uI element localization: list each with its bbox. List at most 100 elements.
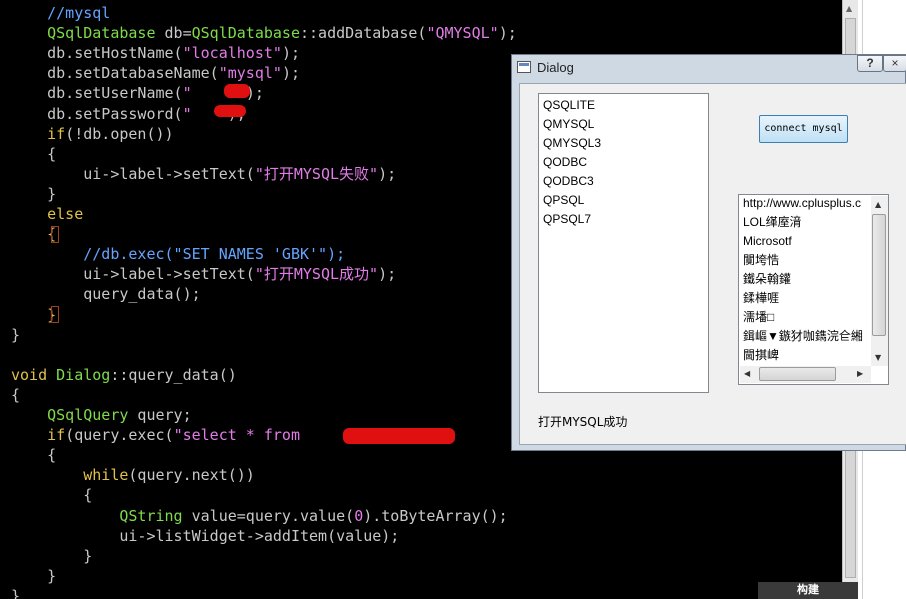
code-line: } [11, 546, 92, 566]
driver-list[interactable]: QSQLITE QMYSQL QMYSQL3 QODBC QODBC3 QPSQL QPSQ… [538, 93, 709, 393]
result-list-item[interactable]: 鐵朵翰鑵 [743, 270, 791, 289]
result-list-item[interactable]: http://www.cplusplus.c [743, 195, 861, 213]
build-button[interactable]: 构建 [758, 582, 858, 599]
code-line: else [11, 204, 83, 224]
redaction-table-name [343, 428, 455, 444]
dialog-titlebar[interactable]: Dialog ? × [512, 55, 906, 81]
result-list-item[interactable]: 闃垮悎 [743, 251, 779, 270]
result-list-item[interactable]: 鍓嶇▼鏃犲咖鐫浣仺緗 [743, 327, 863, 346]
dialog-client-area: QSQLITE QMYSQL QMYSQL3 QODBC QODBC3 QPSQL QPSQ… [519, 83, 906, 445]
code-line: query_data(); [11, 284, 201, 304]
code-token: db.setHostName( [11, 44, 183, 63]
result-horizontal-scrollbar[interactable]: ◀ ▶ [740, 366, 871, 383]
code-token: void [11, 365, 48, 384]
brace-match-marker-open [51, 226, 59, 243]
code-token: } [11, 325, 21, 344]
code-token: ); [498, 24, 517, 43]
code-token: " [182, 84, 192, 103]
driver-list-item[interactable]: QMYSQL [543, 115, 594, 134]
result-list-widget[interactable]: 閫掑崥 鍓嶇▼鏃犲咖鐫浣仺緗 濡墦□ 鍒樺啀 鐵朵翰鑵 闃垮悎 Microsotf LOL缂庢… [738, 194, 889, 385]
code-line: while(query.next()) [11, 465, 255, 485]
driver-list-item[interactable]: QSQLITE [543, 96, 595, 115]
scroll-up-arrow-icon[interactable]: ▲ [846, 4, 852, 13]
code-token: query_data(); [11, 285, 201, 304]
code-line: } [11, 305, 56, 325]
code-token: ui->label->setText( [11, 164, 255, 183]
code-token: } [11, 566, 57, 585]
code-line: { [11, 224, 56, 244]
code-line: { [11, 144, 56, 164]
redaction-username [224, 84, 250, 98]
code-token: value=query.value( [182, 506, 355, 525]
code-token: "select * from [173, 426, 310, 445]
code-token: "localhost" [182, 44, 282, 63]
result-list-item[interactable]: Microsotf [743, 232, 792, 251]
result-hscroll-thumb[interactable] [759, 367, 836, 381]
scroll-right-arrow-icon[interactable]: ▶ [857, 369, 863, 378]
code-line: //db.exec("SET NAMES 'GBK'"); [11, 244, 345, 264]
code-line: QSqlQuery query; [11, 405, 192, 425]
result-list-item[interactable]: 閫掑崥 [743, 346, 779, 365]
result-list-item[interactable]: LOL缂庢湇 [743, 213, 802, 232]
code-token: QSqlDatabase [191, 24, 300, 43]
code-token: db.setPassword( [11, 104, 183, 123]
dialog-window: Dialog ? × QSQLITE QMYSQL QMYSQL3 QODBC QODB… [511, 54, 906, 451]
driver-list-item[interactable]: QODBC [543, 153, 587, 172]
code-line: } [11, 586, 20, 599]
code-line: ui->label->setText("打开MYSQL失败"); [11, 164, 396, 184]
status-label: 打开MYSQL成功 [538, 415, 628, 429]
code-token: if [47, 426, 66, 445]
code-token: ui->listWidget->addItem(value); [11, 526, 400, 545]
scroll-up-arrow-icon[interactable]: ▲ [875, 200, 881, 209]
code-token: ); [378, 265, 397, 284]
code-line: } [11, 566, 56, 586]
code-token: { [11, 385, 21, 404]
code-token: //mysql [47, 4, 111, 22]
result-vertical-scrollbar[interactable]: ▲ ▼ [871, 196, 888, 366]
code-line: QString value=query.value(0).toByteArray… [11, 506, 507, 526]
code-token: (query.next()) [128, 466, 255, 485]
connect-mysql-button[interactable]: connect mysql [759, 115, 848, 143]
redaction-password [214, 105, 246, 117]
code-token: else [47, 205, 84, 223]
code-line: } [11, 184, 56, 204]
code-token: //db.exec("SET NAMES 'GBK'"); [83, 245, 346, 264]
code-token: " [182, 104, 192, 123]
code-token: QSqlQuery [47, 406, 129, 424]
scroll-left-arrow-icon[interactable]: ◀ [744, 369, 750, 378]
code-line: void Dialog::query_data() [11, 365, 237, 385]
code-token: if [47, 124, 66, 143]
driver-list-item[interactable]: QPSQL [543, 191, 584, 210]
driver-list-item[interactable]: QMYSQL3 [543, 134, 601, 153]
code-line: QSqlDatabase db=QSqlDatabase::addDatabas… [11, 23, 517, 43]
result-list-item[interactable]: 濡墦□ [743, 308, 774, 327]
code-line: if(!db.open()) [11, 124, 173, 144]
code-token: QString [119, 506, 183, 525]
scroll-down-arrow-icon[interactable]: ▼ [875, 353, 881, 362]
brace-match-marker-close [51, 306, 59, 323]
code-line: } [11, 325, 20, 345]
code-token: (query.exec( [65, 426, 174, 445]
code-token: "打开MYSQL失败" [254, 164, 379, 183]
code-token: Dialog [56, 365, 111, 384]
window-icon [517, 61, 531, 73]
dialog-title: Dialog [537, 60, 574, 75]
result-vscroll-thumb[interactable] [872, 214, 886, 336]
code-line: { [11, 385, 20, 405]
code-token: { [11, 144, 57, 163]
close-button[interactable]: × [883, 55, 906, 72]
driver-list-item[interactable]: QPSQL7 [543, 210, 591, 229]
result-list-item[interactable]: 鍒樺啀 [743, 289, 779, 308]
help-button[interactable]: ? [857, 55, 883, 72]
driver-list-item[interactable]: QODBC3 [543, 172, 594, 191]
